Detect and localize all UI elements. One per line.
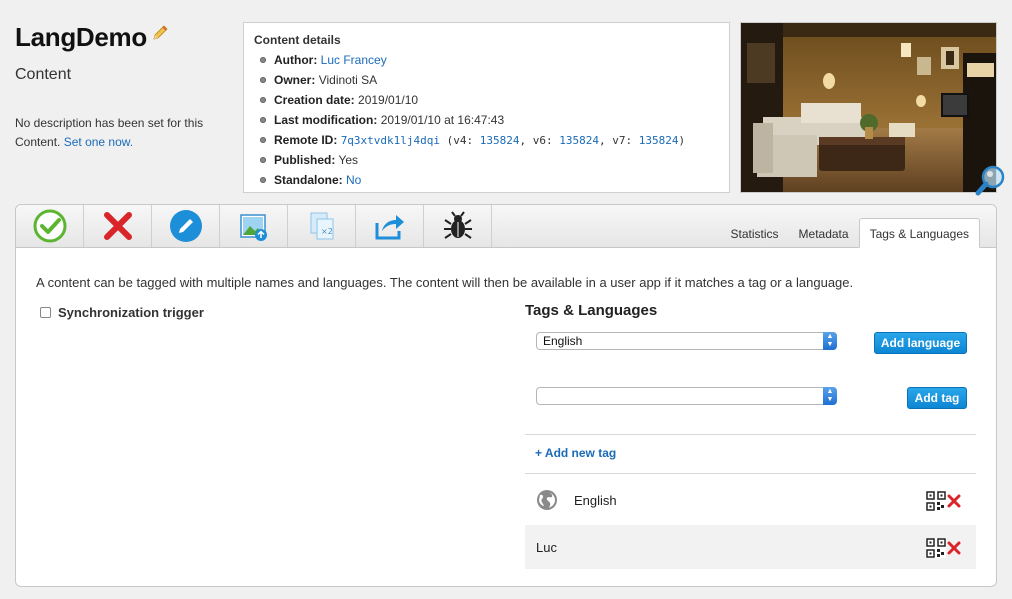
content-thumbnail[interactable] <box>740 22 997 193</box>
detail-remote-id: Remote ID: 7q3xtvdk1lj4dqi (v4: 135824, … <box>254 130 719 150</box>
standalone-label: Standalone: <box>274 173 343 187</box>
row-actions <box>926 538 961 558</box>
image-upload-icon <box>239 214 267 241</box>
remote-v7-link[interactable]: 135824 <box>639 134 679 147</box>
edit-icon <box>169 210 202 242</box>
creation-value: 2019/01/10 <box>358 93 419 107</box>
tag-select-arrows-icon: ▲ ▼ <box>823 387 837 405</box>
duplicate-button[interactable]: ×2 <box>288 205 356 247</box>
content-details-box: Content details Author: Luc Francey Owne… <box>243 22 730 193</box>
living-room-image <box>741 23 996 192</box>
language-select-arrows-icon: ▲ ▼ <box>823 332 837 350</box>
divider <box>525 473 976 474</box>
list-item: English <box>525 478 976 522</box>
remote-v4-label: (v4: <box>446 134 474 147</box>
remote-v6-label: , v6: <box>519 134 553 147</box>
modification-label: Last modification: <box>274 113 378 127</box>
detail-published: Published: Yes <box>254 150 719 170</box>
add-tag-button[interactable]: Add tag <box>907 387 967 409</box>
owner-value: Vidinoti SA <box>318 73 378 87</box>
debug-button[interactable] <box>424 205 492 247</box>
debug-icon <box>443 211 472 239</box>
edit-title-pencil-icon[interactable] <box>151 24 169 42</box>
detail-standalone: Standalone: No <box>254 170 719 190</box>
edit-button[interactable] <box>152 205 220 247</box>
page-title: LangDemo <box>15 22 147 52</box>
author-link[interactable]: Luc Francey <box>321 53 387 67</box>
zoom-magnifier-icon[interactable] <box>974 163 1008 197</box>
remote-close: ) <box>678 134 686 147</box>
sync-trigger-checkbox[interactable] <box>40 307 51 318</box>
remote-v4-link[interactable]: 135824 <box>480 134 520 147</box>
validate-button[interactable] <box>16 205 84 247</box>
list-item: Luc <box>525 525 976 569</box>
tag-select[interactable]: ▲ ▼ <box>536 387 837 405</box>
details-list: Author: Luc Francey Owner: Vidinoti SA C… <box>254 50 719 190</box>
tab-statistics[interactable]: Statistics <box>721 220 789 248</box>
list-item-label: English <box>574 492 617 508</box>
details-heading: Content details <box>254 33 341 47</box>
delete-button[interactable] <box>84 205 152 247</box>
remote-v7-label: , v7: <box>599 134 633 147</box>
delete-icon <box>103 212 132 240</box>
svg-text:×2: ×2 <box>321 227 333 236</box>
add-new-tag-link[interactable]: + Add new tag <box>535 446 616 460</box>
image-upload-button[interactable] <box>220 205 288 247</box>
tab-tags-languages[interactable]: Tags & Languages <box>858 218 980 248</box>
toolbar: ×2 Statistics Metadata Tags & Languages <box>16 205 996 248</box>
share-button[interactable] <box>356 205 424 247</box>
published-label: Published: <box>274 153 336 167</box>
published-value: Yes <box>338 153 359 167</box>
set-description-link[interactable]: Set one now. <box>64 135 133 149</box>
standalone-link[interactable]: No <box>346 173 361 187</box>
sync-trigger-label: Synchronization trigger <box>58 305 204 320</box>
duplicate-icon: ×2 <box>310 212 333 240</box>
language-select-value: English <box>543 334 583 348</box>
main-panel: ×2 Statistics Metadata Tags & Languages … <box>15 204 997 587</box>
detail-author: Author: Luc Francey <box>254 50 719 70</box>
tab-metadata[interactable]: Metadata <box>789 220 859 248</box>
check-icon <box>33 209 66 243</box>
intro-text: A content can be tagged with multiple na… <box>36 275 854 290</box>
remote-id-link[interactable]: 7q3xtvdk1lj4dqi <box>341 134 440 147</box>
language-select[interactable]: English ▲ ▼ <box>536 332 837 350</box>
modification-value: 2019/01/10 at 16:47:43 <box>380 113 505 127</box>
remove-icon[interactable] <box>947 541 961 555</box>
qr-code-icon[interactable] <box>926 538 946 558</box>
title-wrap: LangDemo <box>15 22 169 53</box>
add-language-button[interactable]: Add language <box>874 332 967 354</box>
detail-owner: Owner: Vidinoti SA <box>254 70 719 90</box>
row-actions <box>926 491 961 511</box>
creation-label: Creation date: <box>274 93 355 107</box>
tab-bar: Statistics Metadata Tags & Languages <box>721 218 980 248</box>
share-icon <box>375 215 404 240</box>
remote-label: Remote ID: <box>274 133 338 147</box>
remote-v6-link[interactable]: 135824 <box>559 134 599 147</box>
owner-label: Owner: <box>274 73 316 87</box>
qr-code-icon[interactable] <box>926 491 946 511</box>
detail-creation: Creation date: 2019/01/10 <box>254 90 719 110</box>
globe-icon <box>537 490 557 510</box>
page-subtitle: Content <box>15 66 72 83</box>
divider <box>525 434 976 435</box>
tags-languages-heading: Tags & Languages <box>525 302 658 319</box>
description: No description has been set for this Con… <box>15 114 225 152</box>
sync-trigger-row[interactable]: Synchronization trigger <box>40 305 204 320</box>
remove-icon[interactable] <box>947 494 961 508</box>
author-label: Author: <box>274 53 318 67</box>
detail-modification: Last modification: 2019/01/10 at 16:47:4… <box>254 110 719 130</box>
list-item-label: Luc <box>536 539 557 555</box>
remote-id-line: 7q3xtvdk1lj4dqi (v4: 135824, v6: 135824,… <box>341 134 685 147</box>
